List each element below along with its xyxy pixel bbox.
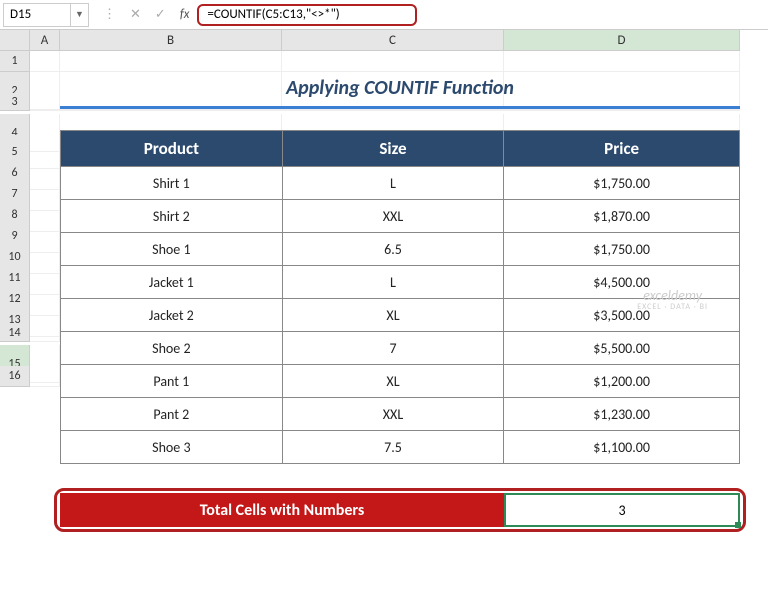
row-header-16[interactable]: 16 bbox=[0, 366, 30, 387]
col-header-B[interactable]: B bbox=[60, 30, 282, 51]
table-row: Shirt 2XXL$1,870.00 bbox=[61, 200, 740, 233]
formula-input[interactable]: =COUNTIF(C5:C13,"<>*") bbox=[197, 4, 417, 26]
name-box-dropdown-icon[interactable]: ▼ bbox=[71, 3, 89, 27]
cell-product[interactable]: Shirt 1 bbox=[61, 167, 283, 200]
cell[interactable] bbox=[504, 51, 740, 72]
col-header-price[interactable]: Price bbox=[504, 131, 740, 167]
cell-price[interactable]: $1,750.00 bbox=[504, 233, 740, 266]
cell[interactable] bbox=[30, 324, 60, 342]
total-label: Total Cells with Numbers bbox=[60, 493, 504, 527]
sheet-area: ABCD12345678910111213141516 Applying COU… bbox=[0, 30, 768, 387]
table-row: Shoe 27$5,500.00 bbox=[61, 332, 740, 365]
cell-product[interactable]: Jacket 2 bbox=[61, 299, 283, 332]
cell-product[interactable]: Shirt 2 bbox=[61, 200, 283, 233]
table-row: Shoe 16.5$1,750.00 bbox=[61, 233, 740, 266]
watermark: exceldemy EXCEL · DATA · BI bbox=[637, 288, 708, 312]
cell[interactable] bbox=[30, 51, 60, 72]
enter-icon[interactable]: ✓ bbox=[155, 7, 166, 22]
name-box[interactable]: D15 bbox=[3, 3, 71, 27]
cell[interactable] bbox=[60, 51, 282, 72]
row-header-3[interactable]: 3 bbox=[0, 93, 30, 111]
col-header-product[interactable]: Product bbox=[61, 131, 283, 167]
cell-size[interactable]: XL bbox=[282, 299, 504, 332]
cell-size[interactable]: 7 bbox=[282, 332, 504, 365]
cell[interactable] bbox=[282, 51, 504, 72]
cell-product[interactable]: Jacket 1 bbox=[61, 266, 283, 299]
cell-product[interactable]: Pant 1 bbox=[61, 365, 283, 398]
cell-price[interactable]: $1,230.00 bbox=[504, 398, 740, 431]
cell-price[interactable]: $1,200.00 bbox=[504, 365, 740, 398]
cell[interactable] bbox=[30, 93, 60, 111]
table-row: Pant 2XXL$1,230.00 bbox=[61, 398, 740, 431]
cell-size[interactable]: XL bbox=[282, 365, 504, 398]
cell-size[interactable]: 7.5 bbox=[282, 431, 504, 464]
formula-bar-buttons: ⋮ ✕ ✓ bbox=[89, 7, 180, 22]
col-header-size[interactable]: Size bbox=[282, 131, 504, 167]
table-row: Shirt 1L$1,750.00 bbox=[61, 167, 740, 200]
select-all-corner[interactable] bbox=[0, 30, 30, 51]
cell-size[interactable]: 6.5 bbox=[282, 233, 504, 266]
total-row-highlight: Total Cells with Numbers 3 bbox=[54, 488, 746, 532]
col-header-C[interactable]: C bbox=[282, 30, 504, 51]
row-header-1[interactable]: 1 bbox=[0, 51, 30, 72]
table-header-row: Product Size Price bbox=[61, 131, 740, 167]
cell-product[interactable]: Pant 2 bbox=[61, 398, 283, 431]
cell-size[interactable]: L bbox=[282, 167, 504, 200]
cell-price[interactable]: $5,500.00 bbox=[504, 332, 740, 365]
watermark-main: exceldemy bbox=[637, 288, 708, 303]
table-row: Shoe 37.5$1,100.00 bbox=[61, 431, 740, 464]
cell-product[interactable]: Shoe 3 bbox=[61, 431, 283, 464]
title-underline bbox=[60, 106, 740, 109]
cell-size[interactable]: L bbox=[282, 266, 504, 299]
cell-product[interactable]: Shoe 1 bbox=[61, 233, 283, 266]
cell-size[interactable]: XXL bbox=[282, 398, 504, 431]
row-header-14[interactable]: 14 bbox=[0, 324, 30, 342]
cell-price[interactable]: $1,100.00 bbox=[504, 431, 740, 464]
cancel-icon[interactable]: ✕ bbox=[130, 7, 141, 22]
cell-price[interactable]: $1,870.00 bbox=[504, 200, 740, 233]
cell-product[interactable]: Shoe 2 bbox=[61, 332, 283, 365]
dots-icon: ⋮ bbox=[103, 7, 116, 22]
cell-size[interactable]: XXL bbox=[282, 200, 504, 233]
fx-label[interactable]: fx bbox=[180, 7, 190, 22]
col-header-A[interactable]: A bbox=[30, 30, 60, 51]
col-header-D[interactable]: D bbox=[504, 30, 740, 51]
active-cell[interactable]: 3 bbox=[504, 493, 740, 527]
cell-price[interactable]: $1,750.00 bbox=[504, 167, 740, 200]
watermark-sub: EXCEL · DATA · BI bbox=[637, 303, 708, 312]
cell[interactable] bbox=[30, 366, 60, 387]
table-row: Pant 1XL$1,200.00 bbox=[61, 365, 740, 398]
formula-bar: D15 ▼ ⋮ ✕ ✓ fx =COUNTIF(C5:C13,"<>*") bbox=[0, 0, 768, 30]
page-title: Applying COUNTIF Function bbox=[60, 71, 740, 105]
